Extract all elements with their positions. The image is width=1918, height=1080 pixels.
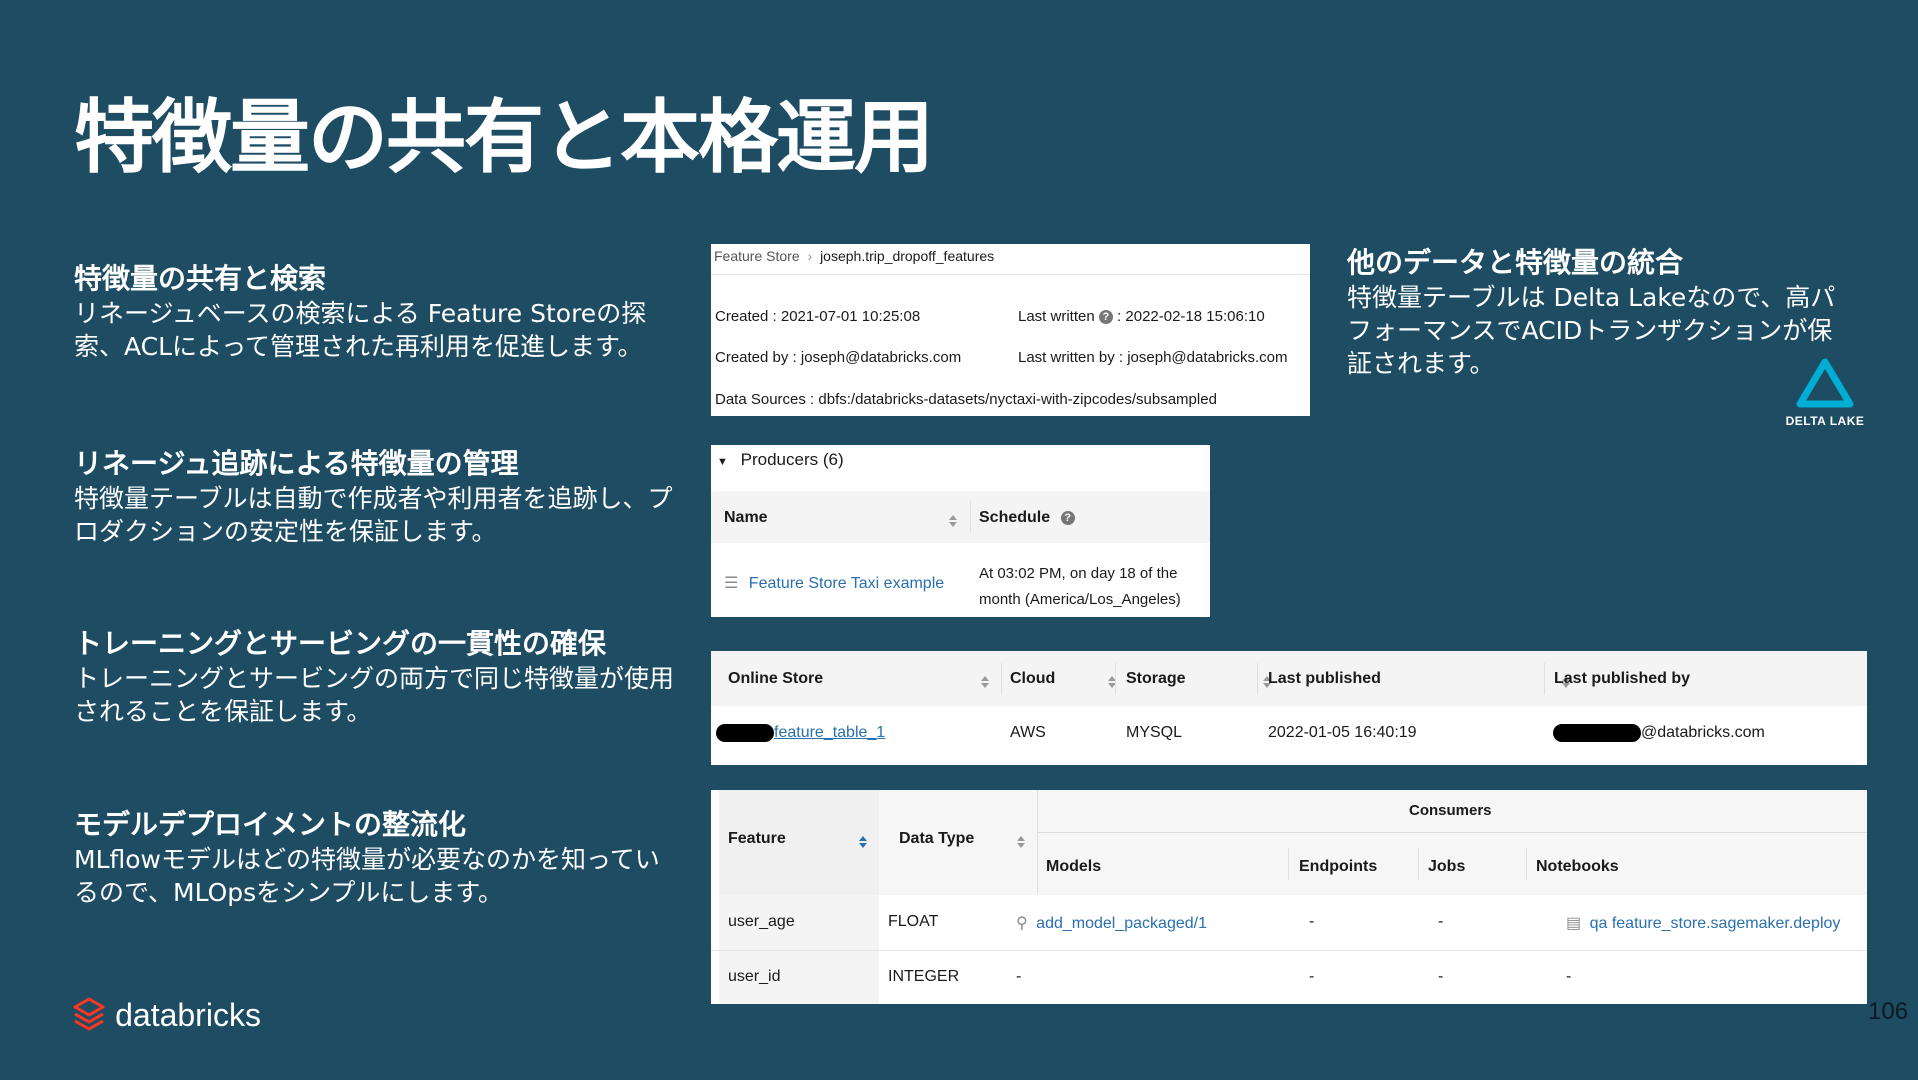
producers-title: Producers (6) xyxy=(740,450,844,469)
consumers-title: Consumers xyxy=(1409,802,1492,819)
left-block-4: モデルデプロイメントの整流化 MLflowモデルはどの特徴量が必要なのかを知って… xyxy=(74,807,674,909)
breadcrumb-chevron-icon: › xyxy=(807,248,813,264)
model-link[interactable]: add_model_packaged/1 xyxy=(1036,915,1207,932)
col-jobs: Jobs xyxy=(1428,858,1466,875)
online-store-header-row: Online Store Cloud Storage Last publishe… xyxy=(711,651,1867,706)
job-icon: ☰ xyxy=(724,575,739,592)
left-block-1: 特徴量の共有と検索 リネージュベースの検索による Feature Storeの探… xyxy=(74,261,674,363)
cell-last-published: 2022-01-05 16:40:19 xyxy=(1268,724,1417,741)
cell-published-by: @databricks.com xyxy=(1553,724,1765,742)
data-sources-label: Data Sources : xyxy=(715,391,815,408)
page-number: 106 xyxy=(1868,998,1909,1025)
cell-storage: MYSQL xyxy=(1126,724,1183,741)
notebook-link[interactable]: qa feature_store.sagemaker.deploy xyxy=(1590,915,1841,932)
model-row[interactable]: ⚲ add_model_packaged/1 xyxy=(1016,913,1207,933)
cell-models: - xyxy=(1016,968,1022,985)
producers-col-name[interactable]: Name xyxy=(724,509,768,527)
cell-cloud: AWS xyxy=(1010,724,1046,741)
left-heading-3: トレーニングとサービングの一貫性の確保 xyxy=(74,627,607,660)
left-body-3: トレーニングとサービングの両方で同じ特徴量が使用されることを保証します。 xyxy=(74,664,675,726)
cell-endpoints: - xyxy=(1309,968,1315,985)
left-block-3: トレーニングとサービングの一貫性の確保 トレーニングとサービングの両方で同じ特徴… xyxy=(74,626,674,728)
producer-schedule: At 03:02 PM, on day 18 of the month (Ame… xyxy=(979,565,1181,608)
producers-header-row: Name Schedule ? xyxy=(711,491,1210,543)
last-written-label: Last written xyxy=(1018,308,1095,325)
consumers-header: Data Type Consumers Models Endpoints Job… xyxy=(879,790,1867,895)
features-panel: Feature Data Type Consumers Models Endpo… xyxy=(711,790,1867,1004)
left-body-4: MLflowモデルはどの特徴量が必要なのかを知っているので、MLOpsをシンプル… xyxy=(74,845,660,907)
col-last-published-by[interactable]: Last published by xyxy=(1554,670,1690,688)
slide-title: 特徴量の共有と本格運用 xyxy=(74,91,934,184)
left-heading-1: 特徴量の共有と検索 xyxy=(74,262,327,295)
caret-down-icon: ▼ xyxy=(717,456,728,468)
created-by-value: joseph@databricks.com xyxy=(800,349,962,366)
databricks-wordmark: databricks xyxy=(115,996,261,1033)
right-heading: 他のデータと特徴量の統合 xyxy=(1347,246,1684,279)
sort-icon[interactable] xyxy=(981,675,989,688)
data-sources-value: dbfs:/databricks-datasets/nyctaxi-with-z… xyxy=(818,391,1217,408)
redacted-text xyxy=(1553,724,1641,742)
breadcrumb-current: joseph.trip_dropoff_features xyxy=(820,248,995,264)
sort-icon[interactable] xyxy=(1017,835,1025,848)
databricks-logo: databricks xyxy=(72,996,261,1036)
help-icon[interactable]: ? xyxy=(1098,310,1113,325)
cell-notebooks: - xyxy=(1566,968,1572,985)
delta-lake-text: DELTA LAKE xyxy=(1785,414,1865,428)
left-body-2: 特徴量テーブルは自動で作成者や利用者を追跡し、プロダクションの安定性を保証します… xyxy=(74,484,673,546)
online-store-link[interactable]: feature_table_1 xyxy=(774,724,885,741)
cell-jobs: - xyxy=(1438,913,1444,930)
last-written-by-label: Last written by : xyxy=(1018,349,1124,366)
producers-col-schedule: Schedule xyxy=(979,509,1051,526)
created-value: 2021-07-01 10:25:08 xyxy=(780,308,921,325)
created-label: Created : xyxy=(715,308,777,325)
col-data-type[interactable]: Data Type xyxy=(899,830,974,848)
redacted-text xyxy=(716,724,774,742)
divider xyxy=(711,274,1310,275)
databricks-icon xyxy=(73,997,105,1031)
cell-endpoints: - xyxy=(1309,913,1315,930)
feature-user-id: user_id xyxy=(728,968,781,985)
col-online-store[interactable]: Online Store xyxy=(728,670,823,688)
last-written-by-value: joseph@databricks.com xyxy=(1127,349,1288,366)
cell-jobs: - xyxy=(1438,968,1444,985)
feature-header-cell: Feature xyxy=(719,790,879,895)
col-cloud[interactable]: Cloud xyxy=(1010,670,1055,688)
col-last-published[interactable]: Last published xyxy=(1268,670,1381,688)
notebook-row[interactable]: ▤ qa feature_store.sagemaker.deploy xyxy=(1566,913,1840,933)
delta-lake-logo: DELTA LAKE xyxy=(1780,358,1870,428)
producers-toggle[interactable]: ▼ Producers (6) xyxy=(717,450,844,470)
help-icon[interactable]: ? xyxy=(1060,510,1075,525)
producer-link[interactable]: Feature Store Taxi example xyxy=(749,575,944,592)
created-by-label: Created by : xyxy=(715,349,797,366)
col-models: Models xyxy=(1046,858,1102,875)
type-float: FLOAT xyxy=(888,913,939,930)
left-body-1: リネージュベースの検索による Feature Storeの探索、ACLによって管… xyxy=(74,299,647,361)
online-store-panel: Online Store Cloud Storage Last publishe… xyxy=(711,651,1867,765)
left-heading-4: モデルデプロイメントの整流化 xyxy=(74,808,467,841)
type-integer: INTEGER xyxy=(888,968,960,985)
producer-row[interactable]: ☰ Feature Store Taxi example xyxy=(724,573,944,593)
feature-user-age: user_age xyxy=(728,913,795,930)
delta-lake-icon xyxy=(1796,358,1854,408)
col-feature[interactable]: Feature xyxy=(728,830,786,848)
sort-active-icon[interactable] xyxy=(859,835,867,848)
left-block-2: リネージュ追跡による特徴量の管理 特徴量テーブルは自動で作成者や利用者を追跡し、… xyxy=(74,446,674,548)
left-heading-2: リネージュ追跡による特徴量の管理 xyxy=(74,447,519,480)
breadcrumb-root[interactable]: Feature Store xyxy=(714,248,800,264)
sort-icon[interactable] xyxy=(949,514,957,527)
col-storage[interactable]: Storage xyxy=(1126,670,1186,688)
model-icon: ⚲ xyxy=(1016,915,1028,932)
online-store-row[interactable]: feature_table_1 xyxy=(716,724,885,742)
col-notebooks: Notebooks xyxy=(1536,858,1619,875)
producers-panel: ▼ Producers (6) Name Schedule ? ☰ Featur… xyxy=(711,445,1210,617)
last-written-value: : 2022-02-18 15:06:10 xyxy=(1117,308,1265,325)
feature-table-metadata-panel: Feature Store › joseph.trip_dropoff_feat… xyxy=(711,244,1310,416)
notebook-icon: ▤ xyxy=(1566,915,1582,932)
col-endpoints: Endpoints xyxy=(1299,858,1378,875)
